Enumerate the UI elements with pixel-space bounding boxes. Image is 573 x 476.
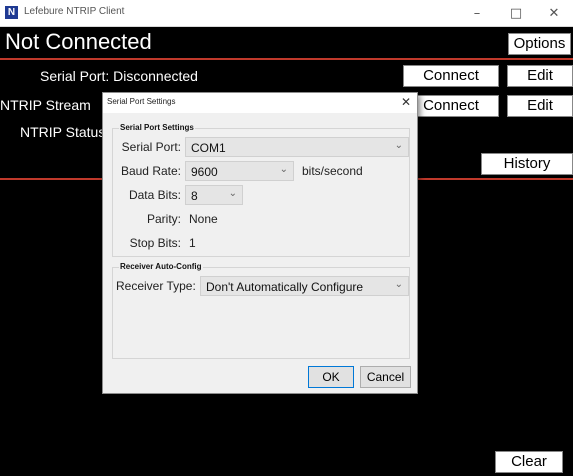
options-button[interactable]: Options [508, 33, 571, 55]
serial-settings-group-heading: Serial Port Settings [119, 123, 195, 132]
window-title: Lefebure NTRIP Client [24, 6, 125, 17]
ntrip-stream-label: NTRIP Stream [0, 97, 91, 113]
data-bits-value: 8 [191, 189, 198, 203]
window-titlebar: N Lefebure NTRIP Client – □ ✕ [0, 0, 573, 27]
serial-port-label: Serial Port: [121, 140, 181, 154]
parity-value: None [189, 212, 218, 226]
ok-button[interactable]: OK [308, 366, 354, 388]
baud-unit-label: bits/second [302, 164, 363, 178]
baud-rate-value: 9600 [191, 165, 218, 179]
maximize-icon[interactable]: □ [497, 0, 535, 27]
receiver-autoconfig-group-heading: Receiver Auto-Config [119, 262, 203, 271]
data-bits-label: Data Bits: [128, 188, 181, 202]
stop-bits-label: Stop Bits: [129, 236, 181, 250]
receiver-type-select[interactable]: Don't Automatically Configure ⌄ [200, 276, 409, 296]
baud-rate-select[interactable]: 9600 ⌄ [185, 161, 294, 181]
serial-port-settings-dialog: Serial Port Settings ✕ Serial Port Setti… [102, 92, 418, 394]
data-bits-select[interactable]: 8 ⌄ [185, 185, 243, 205]
divider-top [0, 58, 573, 60]
dialog-title: Serial Port Settings [107, 97, 176, 106]
connection-status-heading: Not Connected [5, 29, 152, 54]
receiver-type-label: Receiver Type: [116, 279, 196, 293]
close-icon[interactable]: ✕ [535, 0, 573, 27]
dialog-titlebar: Serial Port Settings ✕ [103, 93, 417, 113]
baud-rate-label: Baud Rate: [120, 164, 181, 178]
serial-port-value: COM1 [191, 141, 226, 155]
chevron-down-icon: ⌄ [279, 164, 288, 175]
ntrip-status-label: NTRIP Status [20, 124, 106, 140]
chevron-down-icon: ⌄ [394, 140, 403, 151]
serial-port-status: Serial Port: Disconnected [40, 68, 198, 84]
serial-edit-button[interactable]: Edit [507, 65, 573, 87]
clear-button[interactable]: Clear [495, 451, 563, 473]
cancel-button[interactable]: Cancel [360, 366, 411, 388]
ntrip-edit-button[interactable]: Edit [507, 95, 573, 117]
receiver-type-value: Don't Automatically Configure [206, 280, 364, 294]
app-icon: N [5, 6, 18, 19]
chevron-down-icon: ⌄ [394, 279, 403, 290]
chevron-down-icon: ⌄ [228, 188, 237, 199]
serial-port-select[interactable]: COM1 ⌄ [185, 137, 409, 157]
parity-label: Parity: [146, 212, 181, 226]
minimize-icon[interactable]: – [458, 0, 496, 27]
stop-bits-value: 1 [189, 236, 196, 250]
serial-connect-button[interactable]: Connect [403, 65, 499, 87]
dialog-close-icon[interactable]: ✕ [401, 95, 411, 109]
history-button[interactable]: History [481, 153, 573, 175]
